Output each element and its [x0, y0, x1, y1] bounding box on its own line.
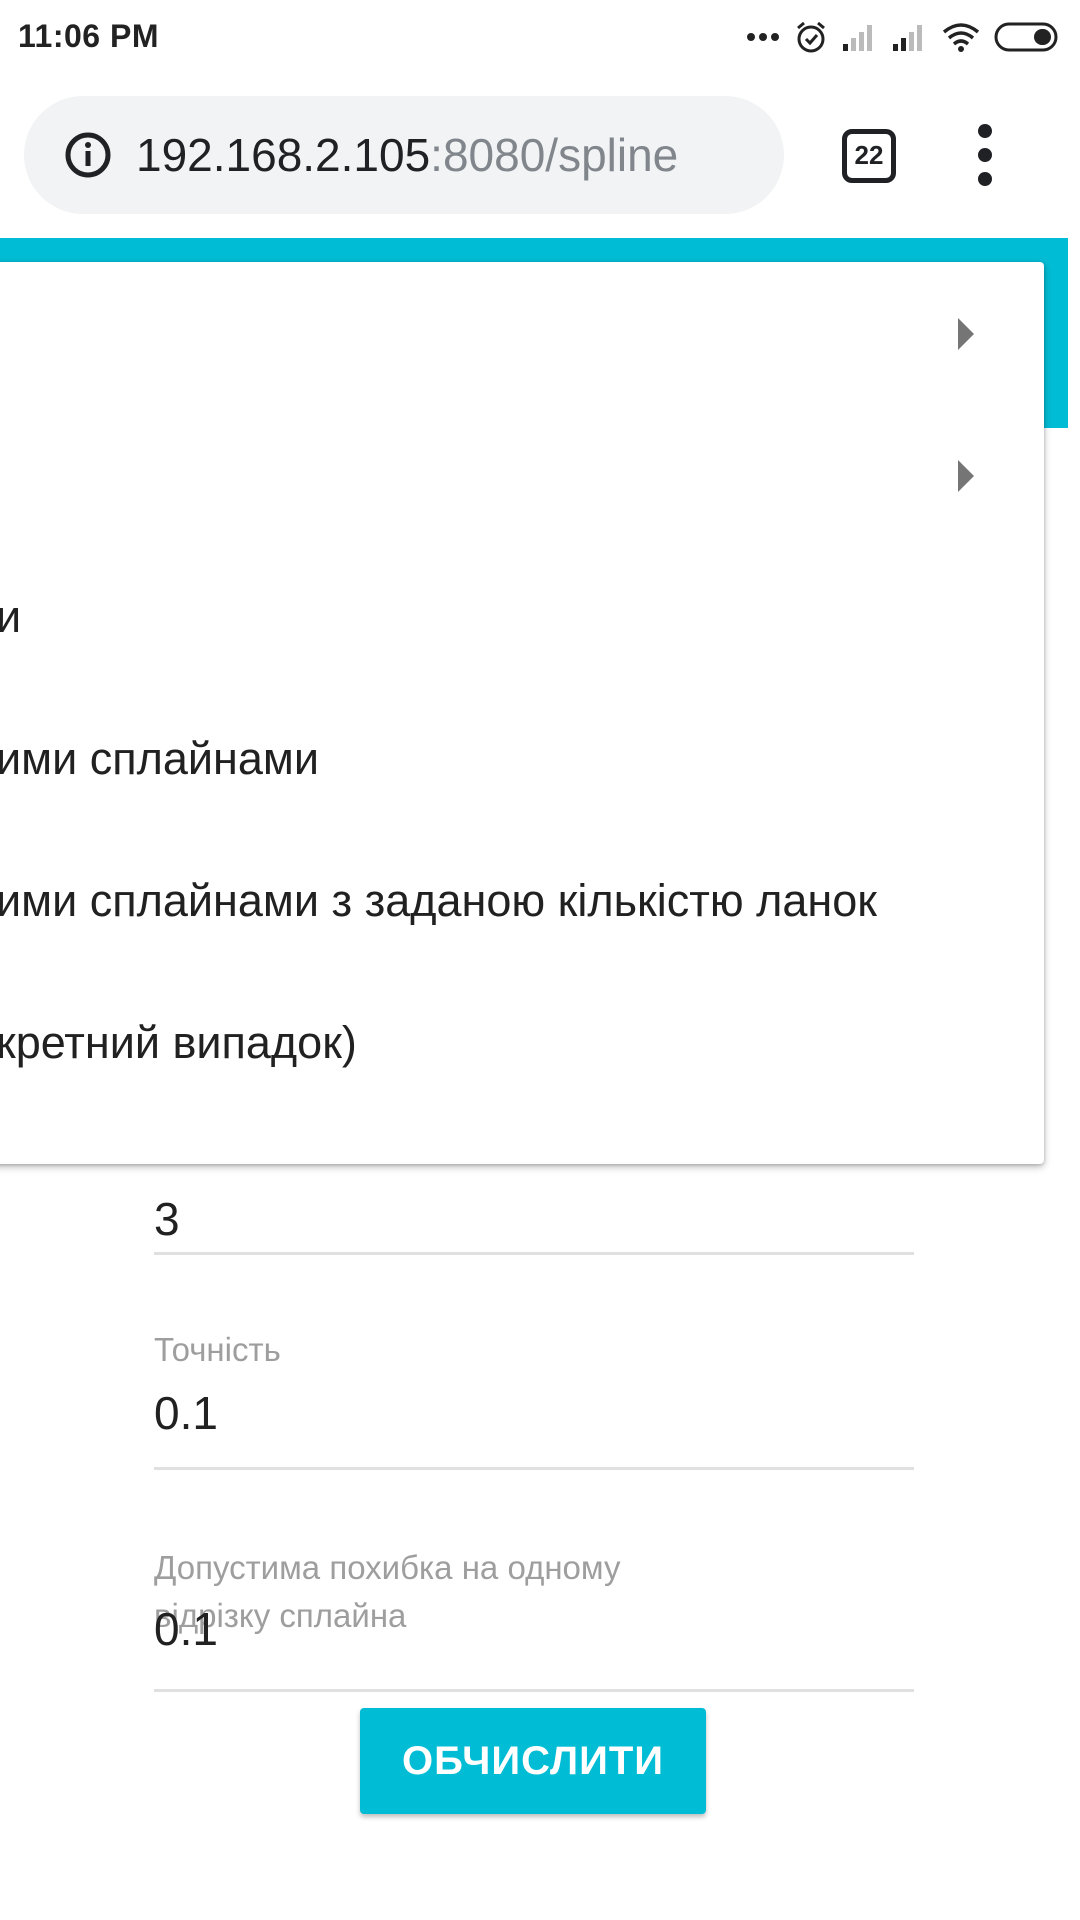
status-icons — [746, 16, 1060, 58]
menu-item-2[interactable] — [0, 404, 1044, 546]
status-time: 11:06 PM — [18, 18, 159, 54]
address-bar[interactable]: 192.168.2.105:8080/spline — [24, 96, 784, 214]
url-text[interactable]: 192.168.2.105:8080/spline — [136, 96, 678, 214]
menu-item-label: ими сплайнами — [0, 733, 319, 784]
menu-item-1[interactable] — [0, 262, 1044, 404]
tab-switcher-button[interactable]: 22 — [842, 129, 896, 183]
status-bar: 11:06 PM — [0, 0, 1080, 74]
field-error-value[interactable]: 0.1 — [154, 1602, 218, 1656]
url-path: :8080/spline — [430, 129, 679, 181]
signal-icon — [893, 25, 922, 51]
menu-item-6[interactable]: кретний випадок) — [0, 972, 1044, 1114]
field-error-underline — [154, 1689, 914, 1692]
submenu-arrow-icon — [958, 460, 974, 492]
signal-icon — [843, 25, 872, 51]
url-host: 192.168.2.105 — [136, 129, 431, 181]
field-accuracy-underline — [154, 1467, 914, 1470]
calculate-button[interactable]: ОБЧИСЛИТИ — [360, 1708, 706, 1814]
form-field-error[interactable]: Допустима похибка на одному відрізку спл… — [154, 1544, 914, 1692]
field-accuracy-label: Точність — [154, 1331, 281, 1368]
menu-item-5[interactable]: ими сплайнами з заданою кількістю ланок — [0, 830, 1044, 972]
menu-item-4[interactable]: ими сплайнами — [0, 688, 1044, 830]
form-field-1[interactable]: 3 — [154, 1164, 914, 1255]
field-1-value[interactable]: 3 — [154, 1192, 180, 1246]
menu-item-3[interactable]: и — [0, 546, 1044, 688]
info-icon[interactable] — [64, 131, 112, 179]
wifi-icon — [942, 23, 980, 52]
battery-icon — [994, 22, 1058, 52]
screen: 11:06 PM 192.168.2.105:8080/spline 22 3 … — [0, 0, 1080, 1920]
dropdown-menu: и ими сплайнами ими сплайнами з заданою … — [0, 262, 1044, 1164]
field-accuracy-value[interactable]: 0.1 — [154, 1386, 218, 1440]
menu-item-label: кретний випадок) — [0, 1017, 357, 1068]
menu-item-label: ими сплайнами з заданою кількістю ланок — [0, 875, 877, 926]
field-1-underline — [154, 1252, 914, 1255]
submenu-arrow-icon — [958, 318, 974, 350]
menu-item-label: и — [0, 591, 22, 642]
field-error-label-line1: Допустима похибка на одному — [154, 1549, 621, 1586]
more-dots-icon — [747, 33, 779, 41]
browser-menu-icon[interactable] — [975, 124, 995, 190]
browser-toolbar: 192.168.2.105:8080/spline 22 — [0, 74, 1080, 236]
form-field-accuracy[interactable]: Точність 0.1 — [154, 1326, 914, 1470]
alarm-icon — [797, 21, 825, 53]
